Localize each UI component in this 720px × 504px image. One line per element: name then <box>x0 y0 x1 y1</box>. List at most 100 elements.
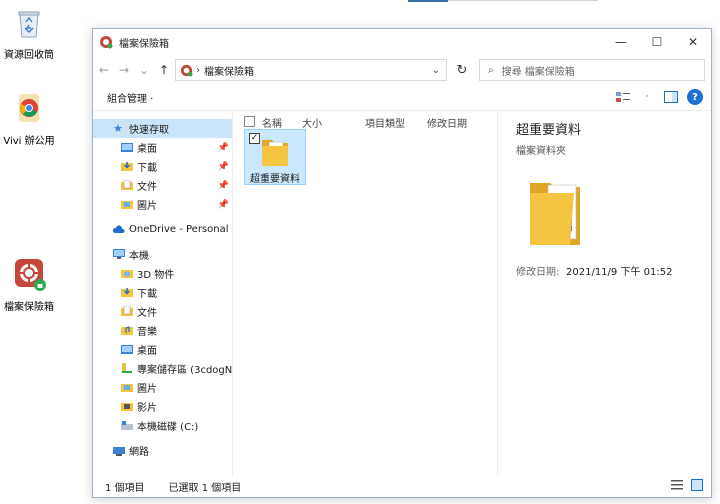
change-view-icon[interactable] <box>615 89 631 105</box>
address-row: ← → ⌄ ↑ › 檔案保險箱 ⌄ ↻ ⌕ 搜尋 檔案保險箱 <box>93 55 711 85</box>
nav-videos[interactable]: 影片 <box>93 397 232 416</box>
documents-folder-icon <box>121 180 133 190</box>
column-modified[interactable]: 修改日期 <box>427 115 467 130</box>
desktop-folder-icon <box>121 143 133 152</box>
nav-label: 下載 <box>137 163 157 174</box>
pictures-folder-icon <box>121 201 133 209</box>
nav-pc-documents[interactable]: 文件 <box>93 302 232 321</box>
vault-shortcut[interactable]: 檔案保險箱 <box>0 256 62 313</box>
chrome-shortcut[interactable]: Vivi 辦公用 <box>0 90 62 147</box>
item-checkbox[interactable]: ✓ <box>249 133 260 144</box>
details-subtitle: 檔案資料夾 <box>516 146 566 157</box>
desktop-folder-icon <box>121 345 133 354</box>
pin-icon[interactable]: 📌 <box>218 200 229 210</box>
back-button[interactable]: ← <box>95 59 113 81</box>
downloads-folder-icon <box>121 288 133 297</box>
nav-label: 桌面 <box>137 144 157 155</box>
nav-label: 本機 <box>129 251 149 262</box>
help-icon[interactable]: ? <box>687 89 703 105</box>
maximize-button[interactable]: ☐ <box>639 29 675 55</box>
nav-label: 下載 <box>137 289 157 300</box>
refresh-button[interactable]: ↻ <box>451 59 473 81</box>
nav-local-disk[interactable]: 本機磁碟 (C:) <box>93 416 232 435</box>
address-bar[interactable]: › 檔案保險箱 ⌄ <box>175 59 447 81</box>
nav-pc-pictures[interactable]: 圖片 <box>93 378 232 397</box>
recycle-bin-shortcut[interactable]: 資源回收筒 <box>0 4 62 61</box>
nav-label: 影片 <box>137 403 157 414</box>
nav-pc-downloads[interactable]: 下載 <box>93 283 232 302</box>
pictures-folder-icon <box>121 384 133 392</box>
nav-label: 專案儲存區 (3cdogNAS <box>137 365 233 376</box>
organize-menu[interactable]: 組合管理 · <box>107 90 153 105</box>
nav-music[interactable]: 音樂 <box>93 321 232 340</box>
large-icons-view-icon[interactable] <box>691 479 703 491</box>
taskbar-accent <box>408 0 448 2</box>
computer-icon <box>113 249 125 259</box>
nav-3d-objects[interactable]: 3D 物件 <box>93 264 232 283</box>
nav-label: 圖片 <box>137 384 157 395</box>
window-title: 檔案保險箱 <box>119 38 169 50</box>
view-dropdown-icon[interactable]: · <box>639 89 655 105</box>
nav-documents[interactable]: 文件 📌 <box>93 176 232 195</box>
nav-label: 快速存取 <box>129 125 169 136</box>
nav-pictures[interactable]: 圖片 📌 <box>93 195 232 214</box>
details-title: 超重要資料 <box>516 123 582 138</box>
folder-icon <box>262 140 288 166</box>
pin-icon[interactable]: 📌 <box>218 143 229 153</box>
nav-downloads[interactable]: 下載 📌 <box>93 157 232 176</box>
vault-app-icon <box>180 64 193 77</box>
nav-label: 本機磁碟 (C:) <box>137 422 199 433</box>
pin-icon[interactable]: 📌 <box>218 181 229 191</box>
nav-label: 桌面 <box>137 346 157 357</box>
status-view-controls <box>671 479 703 491</box>
column-name[interactable]: 名稱 <box>262 115 282 130</box>
forward-button[interactable]: → <box>115 59 133 81</box>
nav-pc-desktop[interactable]: 桌面 <box>93 340 232 359</box>
title-bar[interactable]: 檔案保險箱 — ☐ ✕ <box>93 29 711 55</box>
chrome-icon <box>19 94 39 122</box>
recycle-bin-icon <box>18 11 40 38</box>
top-divider <box>448 0 598 1</box>
details-view-icon[interactable] <box>671 479 683 491</box>
selection-count: 已選取 1 個項目 <box>168 482 242 494</box>
preview-pane-icon[interactable] <box>663 89 679 105</box>
nav-onedrive[interactable]: OneDrive - Personal <box>93 220 232 239</box>
item-count: 1 個項目 <box>105 482 145 494</box>
recent-locations-button[interactable]: ⌄ <box>135 59 153 81</box>
address-history-dropdown-icon[interactable]: ⌄ <box>432 65 440 76</box>
select-all-checkbox[interactable] <box>244 116 255 127</box>
nav-quick-access[interactable]: ★ 快速存取 <box>93 119 232 138</box>
search-placeholder: 搜尋 檔案保險箱 <box>501 66 575 78</box>
search-input[interactable]: ⌕ 搜尋 檔案保險箱 <box>479 59 705 81</box>
breadcrumb-chevron-icon: › <box>196 64 200 76</box>
minimize-button[interactable]: — <box>603 29 639 55</box>
nav-label: OneDrive - Personal <box>129 224 229 235</box>
nav-label: 3D 物件 <box>137 270 175 281</box>
music-folder-icon <box>121 326 133 335</box>
vault-shortcut-label: 檔案保險箱 <box>4 302 54 313</box>
close-button[interactable]: ✕ <box>675 29 711 55</box>
up-button[interactable]: ↑ <box>155 59 173 81</box>
file-list: 名稱 大小 項目類型 修改日期 ✓ 超重要資料 <box>234 111 496 475</box>
nav-this-pc[interactable]: 本機 <box>93 245 232 264</box>
3d-objects-folder-icon <box>121 270 133 278</box>
view-controls: · ? <box>615 89 703 105</box>
column-type[interactable]: 項目類型 <box>365 115 405 130</box>
breadcrumb[interactable]: 檔案保險箱 <box>204 63 254 78</box>
vault-app-icon <box>100 36 113 49</box>
videos-folder-icon <box>121 403 133 411</box>
downloads-folder-icon <box>121 162 133 171</box>
details-modified-label: 修改日期: <box>516 267 560 278</box>
drive-icon <box>121 421 133 430</box>
command-bar: 組合管理 · · ? <box>93 85 711 111</box>
vault-icon <box>15 259 46 291</box>
nav-desktop[interactable]: 桌面 📌 <box>93 138 232 157</box>
nav-nas-drive[interactable]: 專案儲存區 (3cdogNAS <box>93 359 233 378</box>
list-item[interactable]: ✓ 超重要資料 <box>244 129 306 185</box>
column-size[interactable]: 大小 <box>302 115 322 130</box>
explorer-window: 檔案保險箱 — ☐ ✕ ← → ⌄ ↑ › 檔案保險箱 ⌄ ↻ ⌕ 搜尋 檔案保… <box>92 28 712 498</box>
details-pane: 超重要資料 檔案資料夾 修改日期: 2021/11/9 下午 01:52 <box>497 111 711 475</box>
pin-icon[interactable]: 📌 <box>218 162 229 172</box>
nav-label: 文件 <box>137 182 157 193</box>
nav-network[interactable]: 網路 <box>93 441 232 460</box>
